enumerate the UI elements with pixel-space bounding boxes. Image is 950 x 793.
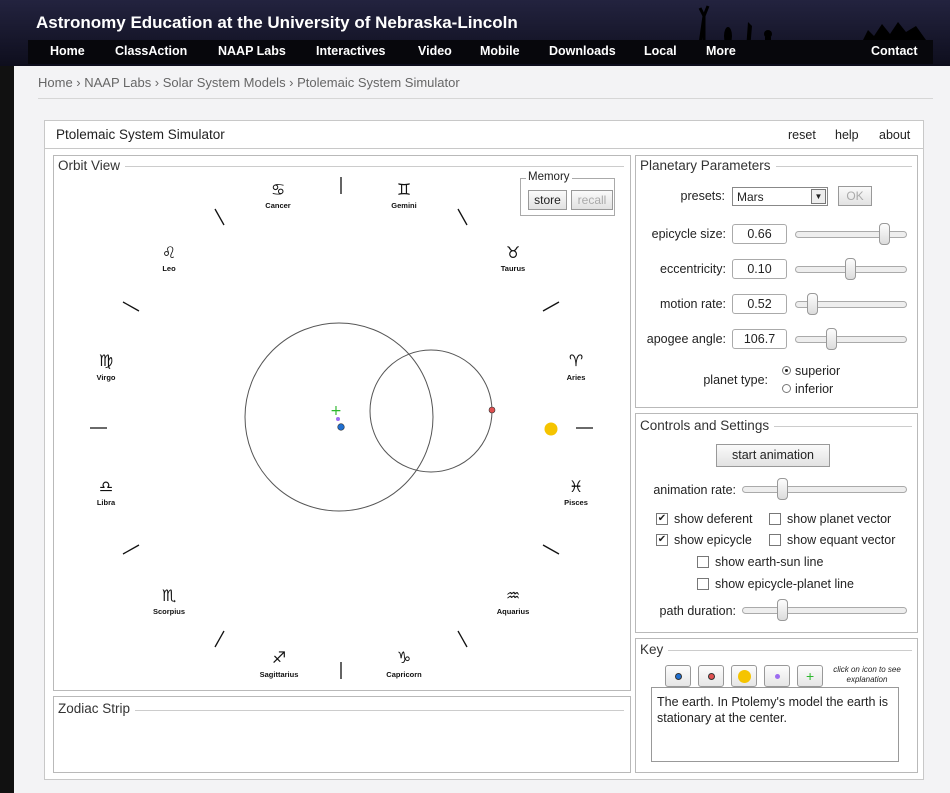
orbit-view-legend: Orbit View bbox=[58, 158, 126, 173]
recall-button[interactable]: recall bbox=[571, 190, 613, 210]
inferior-label: inferior bbox=[795, 382, 834, 396]
superior-label: superior bbox=[795, 364, 841, 378]
path-duration-track[interactable] bbox=[742, 607, 907, 614]
start-animation-button[interactable]: start animation bbox=[716, 444, 830, 467]
epicycle-size-slider-thumb[interactable] bbox=[879, 223, 890, 245]
show-earth-sun-line-checkbox[interactable] bbox=[697, 556, 709, 568]
memory-label: Memory bbox=[526, 171, 572, 183]
apogee-angle-label: apogee angle: bbox=[646, 332, 726, 346]
show-deferent-checkbox[interactable]: ✔ bbox=[656, 513, 668, 525]
zodiac-strip-rule bbox=[58, 710, 624, 711]
eccentricity-slider-thumb[interactable] bbox=[845, 258, 856, 280]
planetary-legend: Planetary Parameters bbox=[640, 158, 776, 173]
show-epicycle-label: show epicycle bbox=[674, 533, 752, 547]
key-earth-icon[interactable] bbox=[665, 665, 691, 687]
main-nav: Home ClassAction NAAP Labs Interactives … bbox=[28, 40, 933, 64]
eccentricity-input[interactable]: 0.10 bbox=[732, 259, 787, 279]
key-sun-icon[interactable] bbox=[731, 665, 757, 687]
apogee-angle-input[interactable]: 106.7 bbox=[732, 329, 787, 349]
superior-radio[interactable] bbox=[782, 366, 791, 375]
site-header: Astronomy Education at the University of… bbox=[0, 0, 950, 66]
epicycle-size-input[interactable]: 0.66 bbox=[732, 224, 787, 244]
show-epicycle-checkbox[interactable]: ✔ bbox=[656, 534, 668, 546]
nav-more[interactable]: More bbox=[706, 44, 736, 58]
store-button[interactable]: store bbox=[528, 190, 567, 210]
epicycle-size-label: epicycle size: bbox=[651, 227, 726, 241]
nav-classaction[interactable]: ClassAction bbox=[115, 44, 187, 58]
show-equant-vector-checkbox[interactable] bbox=[769, 534, 781, 546]
apogee-angle-slider-thumb[interactable] bbox=[826, 328, 837, 350]
key-planet-icon[interactable] bbox=[698, 665, 724, 687]
app-titlebar: Ptolemaic System Simulator reset help ab… bbox=[45, 121, 923, 149]
about-link[interactable]: about bbox=[879, 128, 910, 142]
app-title: Ptolemaic System Simulator bbox=[56, 127, 225, 142]
ok-button[interactable]: OK bbox=[838, 186, 872, 206]
site-title: Astronomy Education at the University of… bbox=[36, 13, 518, 32]
nav-interactives[interactable]: Interactives bbox=[316, 44, 385, 58]
nav-mobile[interactable]: Mobile bbox=[480, 44, 520, 58]
orbit-view-rule bbox=[58, 166, 624, 167]
apogee-angle-slider[interactable] bbox=[795, 336, 907, 343]
key-legend: Key bbox=[640, 642, 669, 657]
page-left-border bbox=[0, 66, 14, 793]
epicycle-size-slider[interactable] bbox=[795, 231, 907, 238]
presets-value: Mars bbox=[737, 190, 764, 204]
zodiac-strip-legend: Zodiac Strip bbox=[58, 701, 136, 716]
orbit-view-panel[interactable] bbox=[53, 155, 631, 691]
animation-rate-label: animation rate: bbox=[653, 483, 736, 497]
nav-local[interactable]: Local bbox=[644, 44, 677, 58]
show-earth-sun-line-label: show earth-sun line bbox=[715, 555, 824, 569]
key-description: The earth. In Ptolemy's model the earth … bbox=[651, 687, 899, 762]
motion-rate-slider-thumb[interactable] bbox=[807, 293, 818, 315]
key-center-icon[interactable]: + bbox=[797, 665, 823, 687]
chevron-down-icon[interactable]: ▼ bbox=[811, 189, 826, 204]
inferior-radio[interactable] bbox=[782, 384, 791, 393]
nav-video[interactable]: Video bbox=[418, 44, 452, 58]
motion-rate-input[interactable]: 0.52 bbox=[732, 294, 787, 314]
breadcrumb[interactable]: Home › NAAP Labs › Solar System Models ›… bbox=[38, 75, 460, 90]
zodiac-strip-panel bbox=[53, 696, 631, 773]
show-planet-vector-checkbox[interactable] bbox=[769, 513, 781, 525]
show-equant-vector-label: show equant vector bbox=[787, 533, 896, 547]
path-duration-label: path duration: bbox=[659, 604, 736, 618]
key-rule bbox=[640, 650, 912, 651]
controls-legend: Controls and Settings bbox=[640, 418, 775, 433]
show-planet-vector-label: show planet vector bbox=[787, 512, 892, 526]
breadcrumb-divider bbox=[38, 98, 933, 99]
reset-link[interactable]: reset bbox=[788, 128, 816, 142]
planet-type-label: planet type: bbox=[703, 373, 768, 387]
animation-rate-thumb[interactable] bbox=[777, 478, 788, 500]
path-duration-thumb[interactable] bbox=[777, 599, 788, 621]
presets-select[interactable]: Mars ▼ bbox=[732, 187, 828, 206]
help-link[interactable]: help bbox=[835, 128, 859, 142]
show-epicycle-planet-line-checkbox[interactable] bbox=[697, 578, 709, 590]
animation-rate-track[interactable] bbox=[742, 486, 907, 493]
presets-label: presets: bbox=[680, 189, 725, 203]
nav-downloads[interactable]: Downloads bbox=[549, 44, 616, 58]
nav-contact[interactable]: Contact bbox=[871, 44, 918, 58]
show-deferent-label: show deferent bbox=[674, 512, 753, 526]
key-hint: click on icon to see explanation bbox=[833, 665, 901, 684]
key-equant-icon[interactable] bbox=[764, 665, 790, 687]
nav-naap-labs[interactable]: NAAP Labs bbox=[218, 44, 286, 58]
motion-rate-label: motion rate: bbox=[659, 297, 726, 311]
eccentricity-label: eccentricity: bbox=[660, 262, 726, 276]
show-epicycle-planet-line-label: show epicycle-planet line bbox=[715, 577, 854, 591]
nav-home[interactable]: Home bbox=[50, 44, 85, 58]
